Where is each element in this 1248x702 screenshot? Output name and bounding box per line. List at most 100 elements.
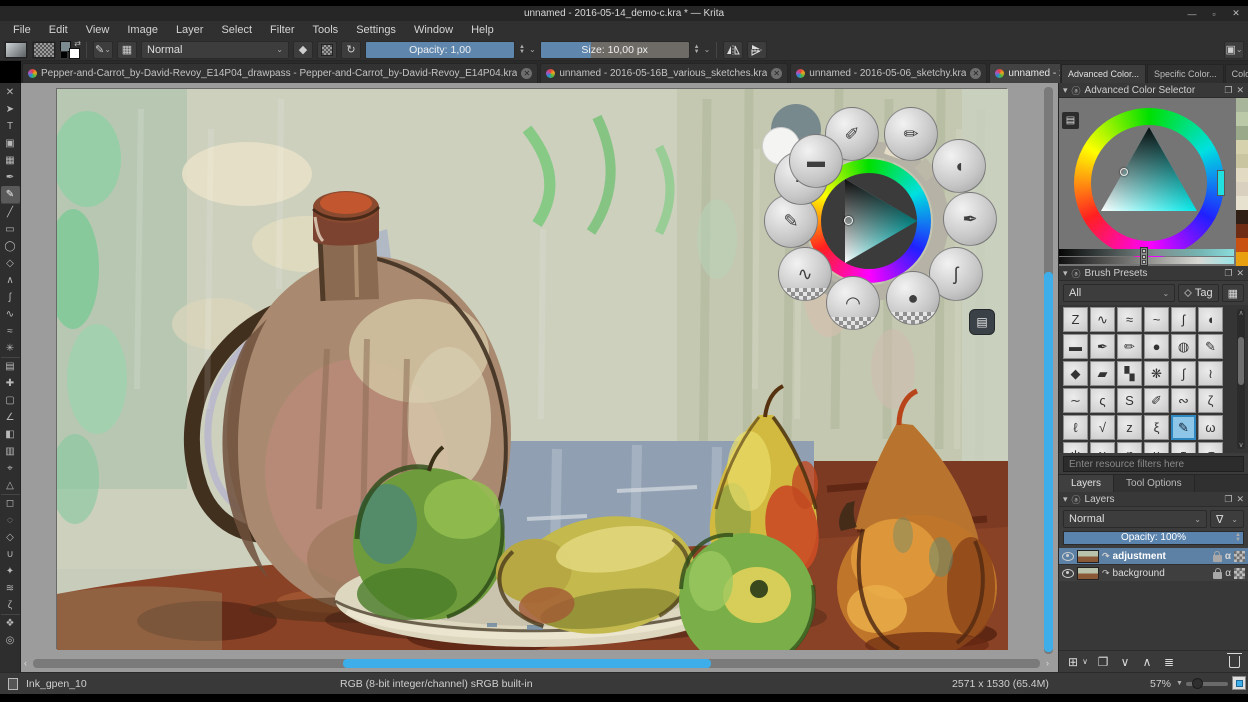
- preserve-alpha-button[interactable]: [317, 41, 337, 59]
- mirror-horizontal-button[interactable]: [747, 41, 767, 59]
- background-color-swatch[interactable]: [69, 48, 80, 59]
- tool-assistants[interactable]: △: [1, 477, 20, 494]
- tool-polygon[interactable]: ◇: [1, 255, 20, 272]
- palette-brush-block-eraser[interactable]: ◠: [826, 276, 880, 330]
- brush-preset-tile[interactable]: ◍: [1171, 334, 1196, 359]
- default-colors-icon[interactable]: [60, 51, 68, 59]
- size-slider[interactable]: Size: 10,00 px: [540, 41, 690, 59]
- history-swatch-7[interactable]: [1236, 182, 1248, 196]
- brush-preset-tile[interactable]: χ: [1090, 442, 1115, 453]
- float-icon[interactable]: ❐: [1224, 268, 1232, 279]
- zoom-slider[interactable]: [1186, 682, 1228, 686]
- history-swatch-1[interactable]: [1236, 98, 1248, 112]
- brush-preset-tile[interactable]: S: [1117, 388, 1142, 413]
- brush-preset-tile[interactable]: ◖: [1198, 307, 1223, 332]
- tool-line[interactable]: ╱: [1, 203, 20, 221]
- tool-freehand-brush[interactable]: ✎: [1, 186, 20, 203]
- horizontal-scrollbar[interactable]: [33, 659, 1040, 668]
- menu-tools[interactable]: Tools: [304, 23, 348, 37]
- docker-tab-2[interactable]: Specific Color...: [1147, 64, 1224, 83]
- tool-similar-select[interactable]: ≋: [1, 580, 20, 597]
- collapse-icon[interactable]: ▾: [1063, 494, 1068, 505]
- chevron-down-icon[interactable]: ⌄: [529, 45, 536, 54]
- layer-visibility-icon[interactable]: [1062, 552, 1074, 561]
- brush-preset-tile[interactable]: z: [1117, 415, 1142, 440]
- palette-brush-marker-highlighter[interactable]: ◖: [932, 139, 986, 193]
- eraser-mode-button[interactable]: ◆: [293, 41, 313, 59]
- brush-preset-tile[interactable]: ζ: [1198, 388, 1223, 413]
- history-swatch-8[interactable]: [1236, 196, 1248, 210]
- brush-preset-tile[interactable]: ∼: [1063, 388, 1088, 413]
- inherit-alpha-icon[interactable]: [1234, 551, 1245, 562]
- tool-gradient[interactable]: ▥: [1, 443, 20, 460]
- tool-zoom[interactable]: ◎: [1, 632, 20, 649]
- zoom-dropdown-icon[interactable]: ▼: [1176, 680, 1183, 687]
- collapse-icon[interactable]: ▾: [1063, 268, 1068, 279]
- canvas-area[interactable]: ✐✏◖✒ʃ●◠∿✎∴▬ ▤ ‹ ›: [21, 83, 1058, 672]
- tool-freehand-select[interactable]: ∪: [1, 546, 20, 563]
- canvas-only-mode-button[interactable]: [1232, 676, 1246, 690]
- move-layer-up-button[interactable]: ∧: [1139, 655, 1155, 669]
- tool-fill[interactable]: ◧: [1, 426, 20, 443]
- brush-preset-tile[interactable]: ʃ: [1171, 307, 1196, 332]
- tool-color-picker[interactable]: ⌖: [1, 460, 20, 477]
- size-spinbox[interactable]: ▲▼: [694, 45, 700, 55]
- zoom-slider-knob[interactable]: [1192, 678, 1203, 689]
- edit-brush-settings-button[interactable]: ✎⌄: [93, 41, 113, 59]
- brush-preset-tile[interactable]: ✏: [1117, 334, 1142, 359]
- alpha-lock-icon[interactable]: α: [1225, 551, 1231, 562]
- tool-measure[interactable]: ∠: [1, 409, 20, 426]
- history-swatch-5[interactable]: [1236, 154, 1248, 168]
- sv-triangle[interactable]: [1074, 108, 1224, 258]
- close-icon[interactable]: ✕: [1236, 85, 1244, 96]
- workspace-chooser-button[interactable]: ▣⌄: [1224, 41, 1244, 59]
- document-tab-4[interactable]: unnamed - 2016-05-14_demo-c.kra✕: [989, 63, 1060, 83]
- palette-brush-white-squiggle-brush[interactable]: ∿: [778, 247, 832, 301]
- window-close-button[interactable]: ✕: [1230, 8, 1242, 19]
- resource-filter-input[interactable]: Enter resource filters here: [1063, 456, 1244, 472]
- tool-rect-select[interactable]: ◻: [1, 494, 20, 512]
- layer-visibility-icon[interactable]: [1062, 569, 1074, 578]
- swap-colors-icon[interactable]: ⇄: [74, 39, 81, 48]
- tool-pan[interactable]: ❖: [1, 614, 20, 632]
- layers-header[interactable]: ▾ ⓐ Layers ❐ ✕: [1059, 492, 1248, 507]
- brush-preset-tile[interactable]: ▰: [1090, 361, 1115, 386]
- gradient-chooser-button[interactable]: [4, 41, 28, 59]
- window-maximize-button[interactable]: ▫: [1208, 9, 1220, 19]
- palette-brush-sponge-texture-brush[interactable]: ▬: [789, 134, 843, 188]
- duplicate-layer-button[interactable]: ❐: [1095, 655, 1111, 669]
- float-icon[interactable]: ❐: [1224, 85, 1232, 96]
- brush-preset-tile[interactable]: Z: [1063, 307, 1088, 332]
- brush-preset-tile[interactable]: ~: [1144, 307, 1169, 332]
- brush-preset-tile[interactable]: ▬: [1063, 334, 1088, 359]
- tool-close[interactable]: ✕: [1, 84, 20, 101]
- tool-multibrush[interactable]: ✳: [1, 340, 20, 357]
- document-tab-1[interactable]: Pepper-and-Carrot_by-David-Revoy_E14P04_…: [22, 63, 538, 83]
- docker-tab-3[interactable]: Color Slid...: [1225, 64, 1248, 83]
- brush-preset-tile[interactable]: ∿: [1090, 307, 1115, 332]
- tool-transform[interactable]: ▢: [1, 392, 20, 409]
- tab-close-icon[interactable]: ✕: [970, 68, 981, 79]
- menu-help[interactable]: Help: [462, 23, 503, 37]
- layer-filter-button[interactable]: ∇⌄: [1210, 510, 1244, 528]
- menu-window[interactable]: Window: [405, 23, 462, 37]
- move-layer-down-button[interactable]: ∨: [1117, 655, 1133, 669]
- color-cursor[interactable]: [1120, 168, 1128, 176]
- menu-layer[interactable]: Layer: [167, 23, 213, 37]
- gradient-bar-handle[interactable]: [1140, 247, 1148, 266]
- panel-tab-tool-options[interactable]: Tool Options: [1114, 475, 1195, 492]
- advanced-color-selector-header[interactable]: ▾ ⓐ Advanced Color Selector ❐ ✕: [1059, 83, 1248, 98]
- tool-freehand-path[interactable]: ∿: [1, 306, 20, 323]
- alpha-lock-icon[interactable]: α: [1225, 568, 1231, 579]
- tool-ellipse[interactable]: ◯: [1, 238, 20, 255]
- brush-preset-tile[interactable]: φ: [1117, 442, 1142, 453]
- tool-move[interactable]: ✚: [1, 375, 20, 392]
- brush-preset-tile[interactable]: ▚: [1117, 361, 1142, 386]
- history-swatch-11[interactable]: [1236, 238, 1248, 252]
- opacity-slider[interactable]: Opacity: 1,00: [365, 41, 515, 59]
- history-swatch-4[interactable]: [1236, 140, 1248, 154]
- vertical-scrollbar[interactable]: [1044, 87, 1053, 654]
- history-swatch-12[interactable]: [1236, 252, 1248, 266]
- menu-settings[interactable]: Settings: [347, 23, 405, 37]
- lightness-bars[interactable]: [1059, 249, 1234, 264]
